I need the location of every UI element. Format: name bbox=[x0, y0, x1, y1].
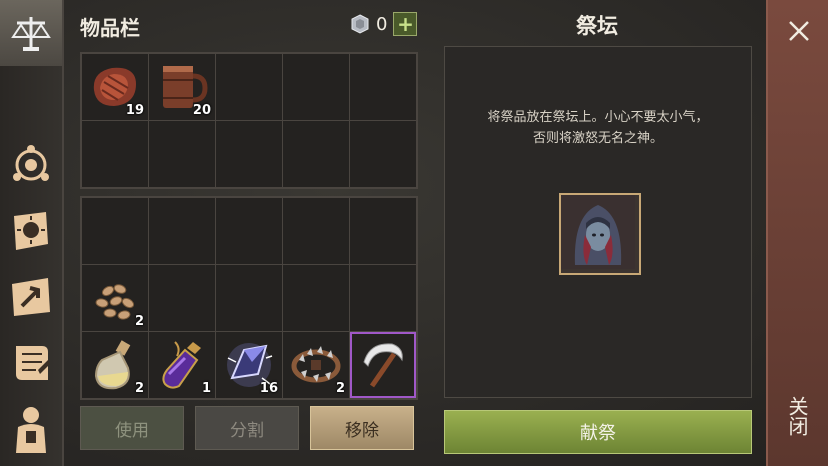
inventory-slot[interactable] bbox=[82, 198, 148, 264]
item-quantity: 16 bbox=[259, 381, 278, 396]
inventory-slot[interactable]: 2 bbox=[82, 265, 148, 331]
close-icon[interactable] bbox=[786, 18, 812, 44]
inventory-slot[interactable] bbox=[283, 198, 349, 264]
inventory-slot[interactable]: 1 bbox=[149, 332, 215, 398]
use-button[interactable]: 使用 bbox=[80, 406, 184, 450]
remove-button[interactable]: 移除 bbox=[310, 406, 414, 450]
item-quantity: 2 bbox=[134, 314, 144, 329]
add-currency-button[interactable]: + bbox=[393, 12, 418, 36]
altar-offering-slot[interactable] bbox=[559, 193, 641, 275]
left-menu bbox=[0, 0, 64, 466]
quest-scroll-icon[interactable] bbox=[4, 336, 58, 390]
sun-scroll-icon[interactable] bbox=[4, 204, 58, 258]
inventory-slot[interactable] bbox=[216, 54, 282, 120]
inventory-slot[interactable] bbox=[82, 121, 148, 187]
item-quantity: 1 bbox=[201, 381, 211, 396]
inventory-slot[interactable] bbox=[216, 121, 282, 187]
close-bar[interactable]: 关闭 bbox=[766, 0, 828, 466]
inventory-slot[interactable] bbox=[149, 121, 215, 187]
inventory-grid-top: 19 20 bbox=[80, 52, 418, 189]
altar-panel: 将祭品放在祭坛上。小心不要太小气， 否则将激怒无名之神。 bbox=[444, 46, 752, 398]
silver-coin-icon bbox=[351, 14, 369, 34]
currency-display: 0 + bbox=[350, 12, 418, 36]
game-screen: 物品栏 0 + 19 20 2 2 1 16 2 使用 分割 移除 祭坛 将祭品放在祭坛上… bbox=[0, 0, 828, 466]
inventory-slot[interactable]: 19 bbox=[82, 54, 148, 120]
altar-title: 祭坛 bbox=[576, 14, 618, 38]
inventory-slot[interactable] bbox=[216, 198, 282, 264]
inventory-slot[interactable] bbox=[216, 265, 282, 331]
inventory-slot[interactable] bbox=[350, 198, 416, 264]
inventory-slot[interactable] bbox=[283, 121, 349, 187]
inventory-slot[interactable] bbox=[350, 332, 416, 398]
hooded-figure-icon bbox=[561, 195, 635, 269]
inventory-slot[interactable] bbox=[149, 265, 215, 331]
inventory-slot[interactable] bbox=[350, 265, 416, 331]
item-quantity: 19 bbox=[125, 103, 144, 118]
scales-icon[interactable] bbox=[0, 0, 62, 66]
altar-description-line2: 否则将激怒无名之神。 bbox=[532, 131, 663, 146]
map-icon[interactable] bbox=[4, 270, 58, 324]
inventory-slot[interactable] bbox=[350, 54, 416, 120]
inventory-slot[interactable] bbox=[149, 198, 215, 264]
altar-description: 将祭品放在祭坛上。小心不要太小气， 否则将激怒无名之神。 bbox=[445, 107, 751, 149]
item-quantity: 2 bbox=[134, 381, 144, 396]
inventory-slot[interactable]: 2 bbox=[283, 332, 349, 398]
altar-description-line1: 将祭品放在祭坛上。小心不要太小气， bbox=[487, 110, 709, 125]
inventory-grid-bottom: 2 2 1 16 2 bbox=[80, 196, 418, 400]
close-label[interactable]: 关闭 bbox=[785, 396, 812, 436]
currency-value: 0 bbox=[376, 13, 388, 35]
sacrifice-button[interactable]: 献祭 bbox=[444, 410, 752, 454]
inventory-slot[interactable]: 20 bbox=[149, 54, 215, 120]
inventory-slot[interactable]: 2 bbox=[82, 332, 148, 398]
inventory-slot[interactable] bbox=[283, 54, 349, 120]
item-quantity: 2 bbox=[335, 381, 345, 396]
character-icon[interactable] bbox=[4, 402, 58, 456]
split-button[interactable]: 分割 bbox=[195, 406, 299, 450]
crafting-icon[interactable] bbox=[4, 138, 58, 192]
inventory-slot[interactable] bbox=[283, 265, 349, 331]
inventory-title: 物品栏 bbox=[80, 16, 140, 40]
item-quantity: 20 bbox=[192, 103, 211, 118]
inventory-slot[interactable] bbox=[350, 121, 416, 187]
inventory-slot[interactable]: 16 bbox=[216, 332, 282, 398]
